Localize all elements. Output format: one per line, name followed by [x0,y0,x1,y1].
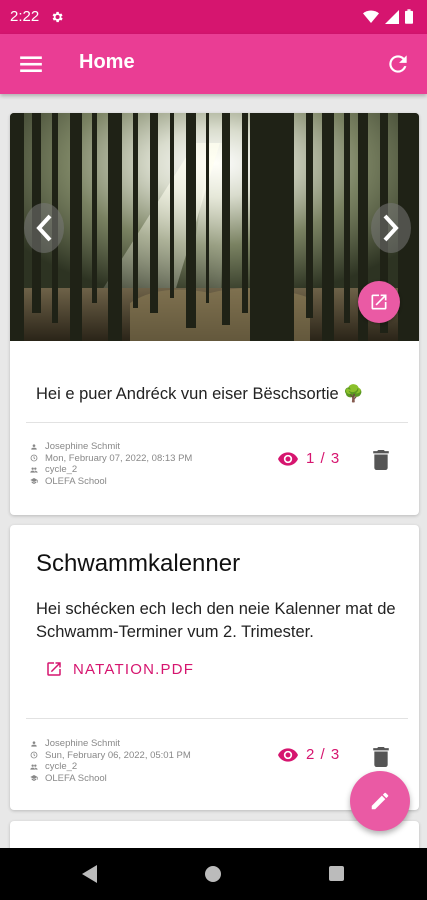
divider [26,422,408,423]
person-icon [31,444,37,450]
open-in-new-icon [371,294,387,310]
clock-icon [30,454,38,462]
divider [26,718,408,719]
post-title: Schwammkalenner [36,550,241,577]
post-cycle: cycle_2 [45,464,78,475]
delete-icon[interactable] [372,747,390,767]
eye-icon [278,451,298,466]
post-meta: Josephine Schmit Sun, February 06, 2022,… [30,738,191,784]
previous-image-button[interactable] [24,203,64,253]
back-icon[interactable] [82,865,98,883]
system-nav-bar [0,848,427,900]
next-image-button[interactable] [371,203,411,253]
post-date: Sun, February 06, 2022, 05:01 PM [45,749,191,761]
post-meta: Josephine Schmit Mon, February 07, 2022,… [30,441,192,487]
view-count[interactable]: 1 / 3 [278,450,340,467]
post-card[interactable] [10,821,419,848]
home-icon[interactable] [205,866,221,882]
news-feed[interactable]: Hei e puer Andréck vun eiser Bëschsortie… [0,94,427,848]
page-title: Home [79,51,135,73]
post-card[interactable]: Schwammkalenner Hei schécken ech Iech de… [10,525,419,810]
clock-icon [30,751,38,759]
attachment-label: NATATION.PDF [73,660,195,678]
delete-icon[interactable] [372,450,390,470]
wifi-icon [363,9,379,23]
view-count[interactable]: 2 / 3 [278,746,340,763]
post-author: Josephine Schmit [45,441,120,452]
view-count-label: 1 / 3 [306,450,341,467]
view-count-label: 2 / 3 [306,746,341,763]
attachment-link[interactable]: NATATION.PDF [45,660,194,678]
status-bar: 2:22 [0,0,427,34]
post-text: Hei schécken ech Iech den neie Kalenner … [36,600,396,641]
post-school: OLEFA School [45,772,107,784]
person-icon [31,741,37,747]
menu-icon[interactable] [18,51,44,77]
gear-icon [52,11,63,23]
refresh-icon[interactable] [385,51,411,77]
battery-icon [405,9,413,24]
compose-button[interactable] [350,771,410,831]
school-icon [30,478,38,485]
post-author: Josephine Schmit [45,738,120,749]
post-cycle: cycle_2 [45,761,78,772]
group-icon [30,764,38,770]
open-image-button[interactable] [358,281,400,323]
app-bar: Home [0,34,427,94]
signal-icon [385,9,399,24]
group-icon [30,467,38,473]
post-text: Hei e puer Andréck vun eiser Bëschsortie… [36,385,364,403]
chevron-left-icon [36,214,52,242]
post-school: OLEFA School [45,475,107,487]
eye-icon [278,747,298,762]
post-date: Mon, February 07, 2022, 08:13 PM [45,452,193,464]
recent-apps-icon[interactable] [329,866,344,881]
post-card[interactable]: Hei e puer Andréck vun eiser Bëschsortie… [10,113,419,515]
pencil-icon [371,792,389,810]
chevron-right-icon [383,214,399,242]
open-in-new-icon [47,662,61,676]
status-time: 2:22 [10,8,40,25]
school-icon [30,775,38,782]
